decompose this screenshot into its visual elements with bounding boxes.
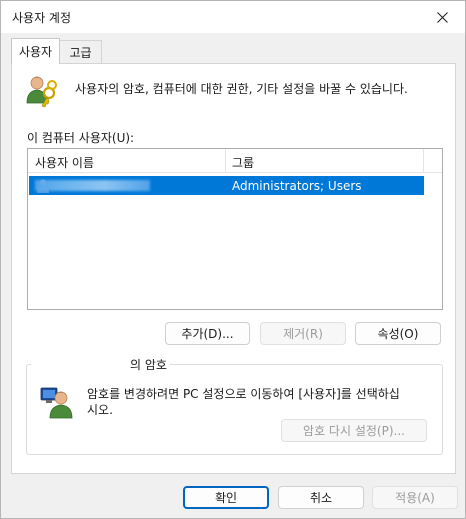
password-message-line2: 시오. — [87, 403, 113, 417]
user-accounts-dialog: 사용자 계정 사용자 고급 사용자의 암호, 컴퓨터에 대한 권한, 기타 설정… — [0, 0, 466, 519]
intro-text: 사용자의 암호, 컴퓨터에 대한 권한, 기타 설정을 바꿀 수 있습니다. — [75, 82, 408, 96]
cancel-button-label: 취소 — [309, 491, 333, 505]
user-monitor-icon — [40, 387, 73, 419]
cancel-button[interactable]: 취소 — [278, 486, 364, 509]
remove-button[interactable]: 제거(R) — [260, 322, 346, 345]
tab-users-label: 사용자 — [18, 45, 53, 59]
tab-advanced[interactable]: 고급 — [59, 40, 102, 63]
table-row[interactable]: Administrators; Users — [29, 176, 424, 195]
remove-button-label: 제거(R) — [283, 327, 323, 341]
apply-button-label: 적용(A) — [395, 491, 435, 505]
properties-button[interactable]: 속성(O) — [355, 322, 441, 345]
add-button[interactable]: 추가(D)... — [165, 322, 250, 345]
username-redacted — [35, 180, 150, 191]
properties-button-label: 속성(O) — [377, 327, 419, 341]
window-title: 사용자 계정 — [12, 11, 72, 25]
user-list-label: 이 컴퓨터 사용자(U): — [27, 131, 135, 145]
group-title-username-redacted — [31, 357, 129, 371]
tab-users[interactable]: 사용자 — [11, 38, 60, 64]
column-header-username[interactable]: 사용자 이름 — [28, 149, 226, 173]
password-message-line1: 암호를 변경하려면 PC 설정으로 이동하여 [사용자]를 선택하십 — [87, 387, 400, 401]
apply-button[interactable]: 적용(A) — [372, 486, 458, 509]
column-header-username-label: 사용자 이름 — [35, 156, 95, 170]
close-icon — [436, 11, 448, 23]
ok-button-label: 확인 — [214, 491, 238, 505]
ok-button[interactable]: 확인 — [183, 486, 269, 509]
tab-advanced-label: 고급 — [69, 45, 92, 60]
list-header: 사용자 이름 그룹 — [28, 149, 442, 173]
column-header-group[interactable]: 그룹 — [226, 149, 424, 173]
reset-password-button[interactable]: 암호 다시 설정(P)... — [281, 419, 427, 442]
close-button[interactable] — [419, 1, 465, 33]
title-bar: 사용자 계정 — [1, 1, 465, 33]
add-button-label: 추가(D)... — [181, 327, 234, 341]
password-group-title: 의 암호 — [127, 356, 170, 373]
users-keys-icon — [26, 76, 57, 108]
column-header-group-label: 그룹 — [232, 156, 255, 170]
row-group-cell: Administrators; Users — [232, 179, 362, 193]
reset-password-button-label: 암호 다시 설정(P)... — [303, 424, 405, 438]
user-list[interactable]: 사용자 이름 그룹 Administrators; Users — [27, 148, 443, 310]
